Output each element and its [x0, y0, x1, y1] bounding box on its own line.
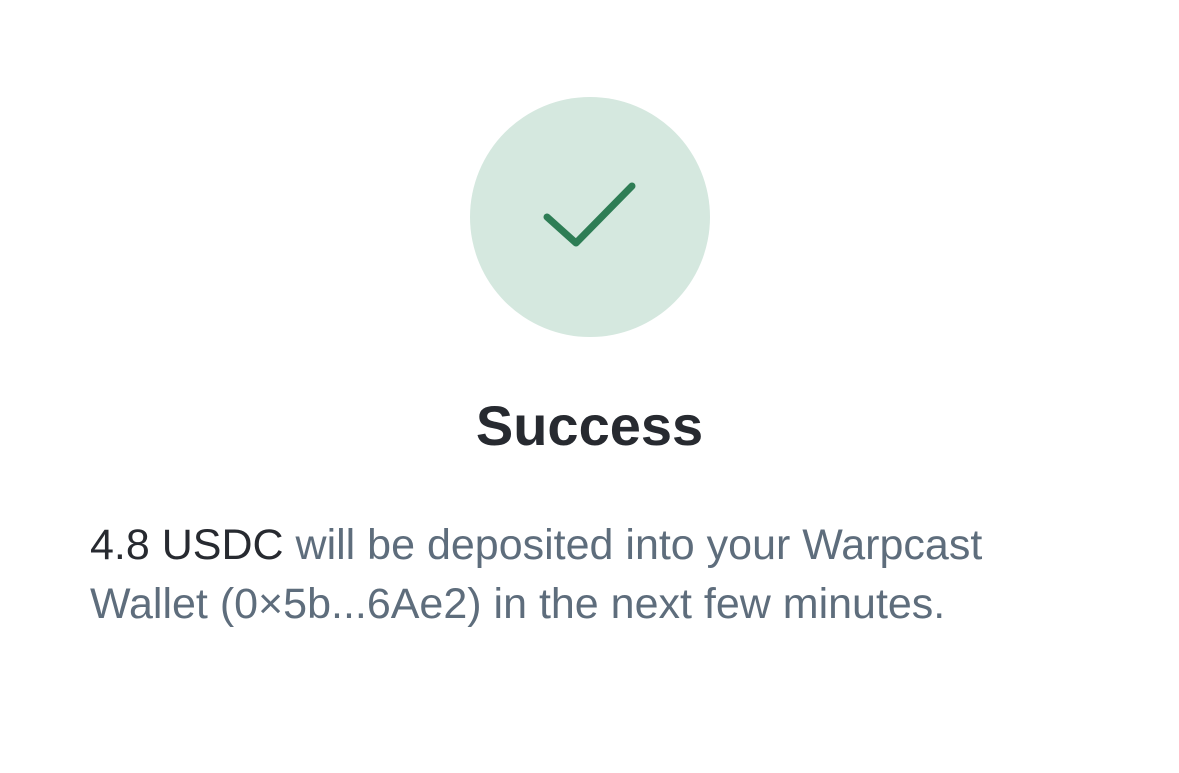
deposit-message-line-1: will be deposited into your Warpcast [283, 521, 983, 569]
deposit-message: 4.8 USDC will be deposited into your War… [90, 516, 1100, 634]
checkmark-icon [543, 182, 636, 247]
success-screen: Success 4.8 USDC will be deposited into … [0, 0, 1179, 773]
success-badge [470, 97, 710, 337]
success-title: Success [475, 394, 704, 457]
deposit-amount: 4.8 USDC [90, 521, 284, 569]
deposit-message-line-2: Wallet (0×5b...6Ae2) in the next few min… [90, 580, 946, 628]
